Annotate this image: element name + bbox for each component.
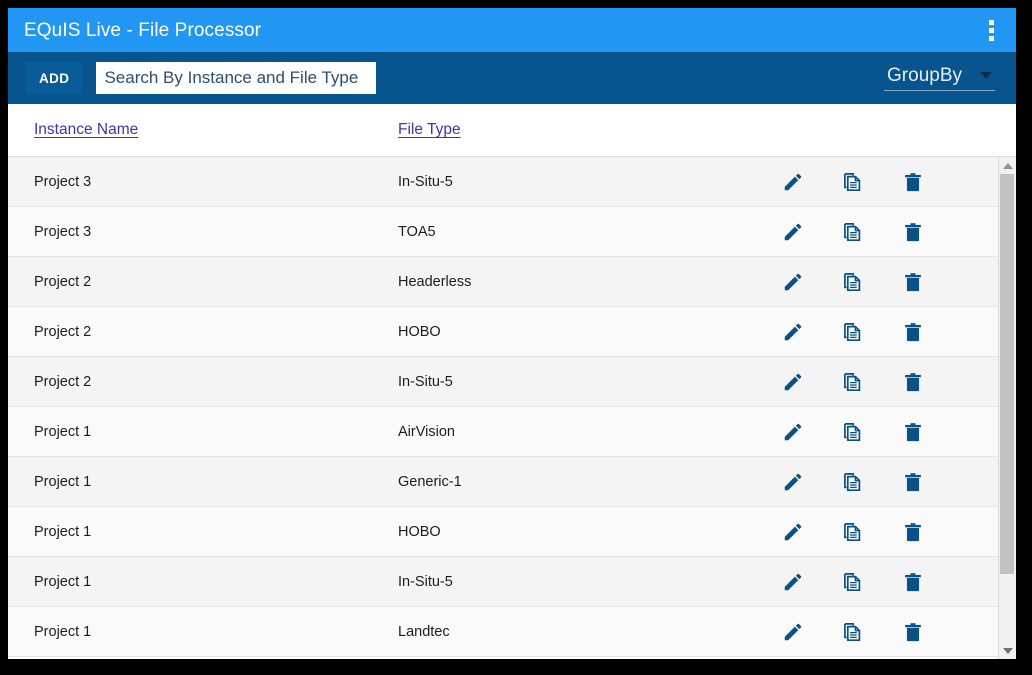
cell-actions xyxy=(763,520,998,544)
edit-icon[interactable] xyxy=(763,371,823,393)
copy-icon[interactable] xyxy=(823,220,883,244)
copy-icon[interactable] xyxy=(823,470,883,494)
copy-icon[interactable] xyxy=(823,270,883,294)
delete-icon[interactable] xyxy=(883,171,943,193)
copy-icon[interactable] xyxy=(823,370,883,394)
cell-actions xyxy=(763,620,998,644)
cell-file-type: In-Situ-5 xyxy=(398,173,453,190)
groupby-dropdown[interactable]: GroupBy xyxy=(884,66,995,91)
cell-file-type: TOA5 xyxy=(398,223,436,240)
cell-file-type: In-Situ-5 xyxy=(398,573,453,590)
cell-actions xyxy=(763,470,998,494)
table-row[interactable]: Project 1 HOBO xyxy=(8,507,998,557)
cell-instance-name: Project 1 xyxy=(34,523,92,540)
cell-file-type: In-Situ-5 xyxy=(398,373,453,390)
cell-instance-name: Project 1 xyxy=(34,473,92,490)
delete-icon[interactable] xyxy=(883,521,943,543)
delete-icon[interactable] xyxy=(883,621,943,643)
delete-icon[interactable] xyxy=(883,321,943,343)
edit-icon[interactable] xyxy=(763,321,823,343)
vertical-scrollbar[interactable] xyxy=(998,157,1016,659)
table-row[interactable]: Project 2 HOBO xyxy=(8,307,998,357)
table-body-area: Project 3 In-Situ-5 Project 3 TOA5 Project 2… xyxy=(8,156,1016,659)
title-bar: EQuIS Live - File Processor xyxy=(8,8,1016,52)
table-row[interactable]: Project 1 Landtec xyxy=(8,607,998,657)
column-header-file-type: File Type xyxy=(393,121,763,139)
cell-actions xyxy=(763,570,998,594)
edit-icon[interactable] xyxy=(763,621,823,643)
delete-icon[interactable] xyxy=(883,221,943,243)
app-window: EQuIS Live - File Processor ADD GroupBy … xyxy=(8,8,1016,659)
add-button[interactable]: ADD xyxy=(25,61,84,95)
cell-instance-name: Project 2 xyxy=(34,273,92,290)
table-row[interactable]: Project 3 In-Situ-5 xyxy=(8,157,998,207)
copy-icon[interactable] xyxy=(823,520,883,544)
cell-instance-name: Project 1 xyxy=(34,423,92,440)
triangle-down-glyph xyxy=(1002,647,1013,654)
cell-actions xyxy=(763,420,998,444)
cell-file-type: Headerless xyxy=(398,273,472,290)
edit-icon[interactable] xyxy=(763,471,823,493)
copy-icon[interactable] xyxy=(823,420,883,444)
toolbar: ADD GroupBy xyxy=(8,52,1016,104)
cell-actions xyxy=(763,270,998,294)
cell-instance-name: Project 1 xyxy=(34,623,92,640)
sort-link-instance-name[interactable]: Instance Name xyxy=(34,121,138,138)
edit-icon[interactable] xyxy=(763,421,823,443)
edit-icon[interactable] xyxy=(763,271,823,293)
edit-icon[interactable] xyxy=(763,571,823,593)
table-row[interactable]: Project 2 Headerless xyxy=(8,257,998,307)
copy-icon[interactable] xyxy=(823,570,883,594)
cell-file-type: HOBO xyxy=(398,323,441,340)
cell-instance-name: Project 3 xyxy=(34,173,92,190)
table-row[interactable]: Project 1 AirVision xyxy=(8,407,998,457)
edit-icon[interactable] xyxy=(763,221,823,243)
triangle-up-glyph xyxy=(1002,162,1013,169)
table-rows: Project 3 In-Situ-5 Project 3 TOA5 Project 2… xyxy=(8,157,998,659)
sort-link-file-type[interactable]: File Type xyxy=(398,121,461,138)
kebab-dot xyxy=(988,27,994,33)
scrollbar-thumb[interactable] xyxy=(1000,174,1014,574)
copy-icon[interactable] xyxy=(823,320,883,344)
cell-instance-name: Project 2 xyxy=(34,373,92,390)
delete-icon[interactable] xyxy=(883,471,943,493)
table-row[interactable]: Project 3 TOA5 xyxy=(8,207,998,257)
cell-file-type: HOBO xyxy=(398,523,441,540)
copy-icon[interactable] xyxy=(823,620,883,644)
scroll-down-arrow-icon[interactable] xyxy=(999,642,1016,659)
groupby-label: GroupBy xyxy=(887,64,962,86)
scroll-up-arrow-icon[interactable] xyxy=(999,157,1016,174)
edit-icon[interactable] xyxy=(763,521,823,543)
cell-actions xyxy=(763,220,998,244)
copy-icon[interactable] xyxy=(823,170,883,194)
kebab-menu-icon[interactable] xyxy=(978,15,1004,45)
cell-actions xyxy=(763,370,998,394)
delete-icon[interactable] xyxy=(883,421,943,443)
cell-file-type: Generic-1 xyxy=(398,473,462,490)
cell-instance-name: Project 1 xyxy=(34,573,92,590)
chevron-down-icon xyxy=(980,71,992,79)
kebab-dot xyxy=(988,19,994,25)
search-input[interactable] xyxy=(96,62,377,94)
delete-icon[interactable] xyxy=(883,271,943,293)
table-row[interactable]: Project 1 Generic-1 xyxy=(8,457,998,507)
column-header-instance-name: Instance Name xyxy=(8,121,393,139)
delete-icon[interactable] xyxy=(883,571,943,593)
search-field-wrapper xyxy=(96,62,377,94)
table-row[interactable]: Project 2 In-Situ-5 xyxy=(8,357,998,407)
kebab-dot xyxy=(988,35,994,41)
cell-file-type: Landtec xyxy=(398,623,450,640)
scrollbar-track[interactable] xyxy=(999,174,1016,642)
cell-instance-name: Project 3 xyxy=(34,223,92,240)
delete-icon[interactable] xyxy=(883,371,943,393)
page-title: EQuIS Live - File Processor xyxy=(24,19,262,41)
table-header-row: Instance Name File Type xyxy=(8,104,1016,156)
cell-instance-name: Project 2 xyxy=(34,323,92,340)
table-row[interactable]: Project 1 In-Situ-5 xyxy=(8,557,998,607)
cell-actions xyxy=(763,170,998,194)
cell-actions xyxy=(763,320,998,344)
cell-file-type: AirVision xyxy=(398,423,455,440)
edit-icon[interactable] xyxy=(763,171,823,193)
